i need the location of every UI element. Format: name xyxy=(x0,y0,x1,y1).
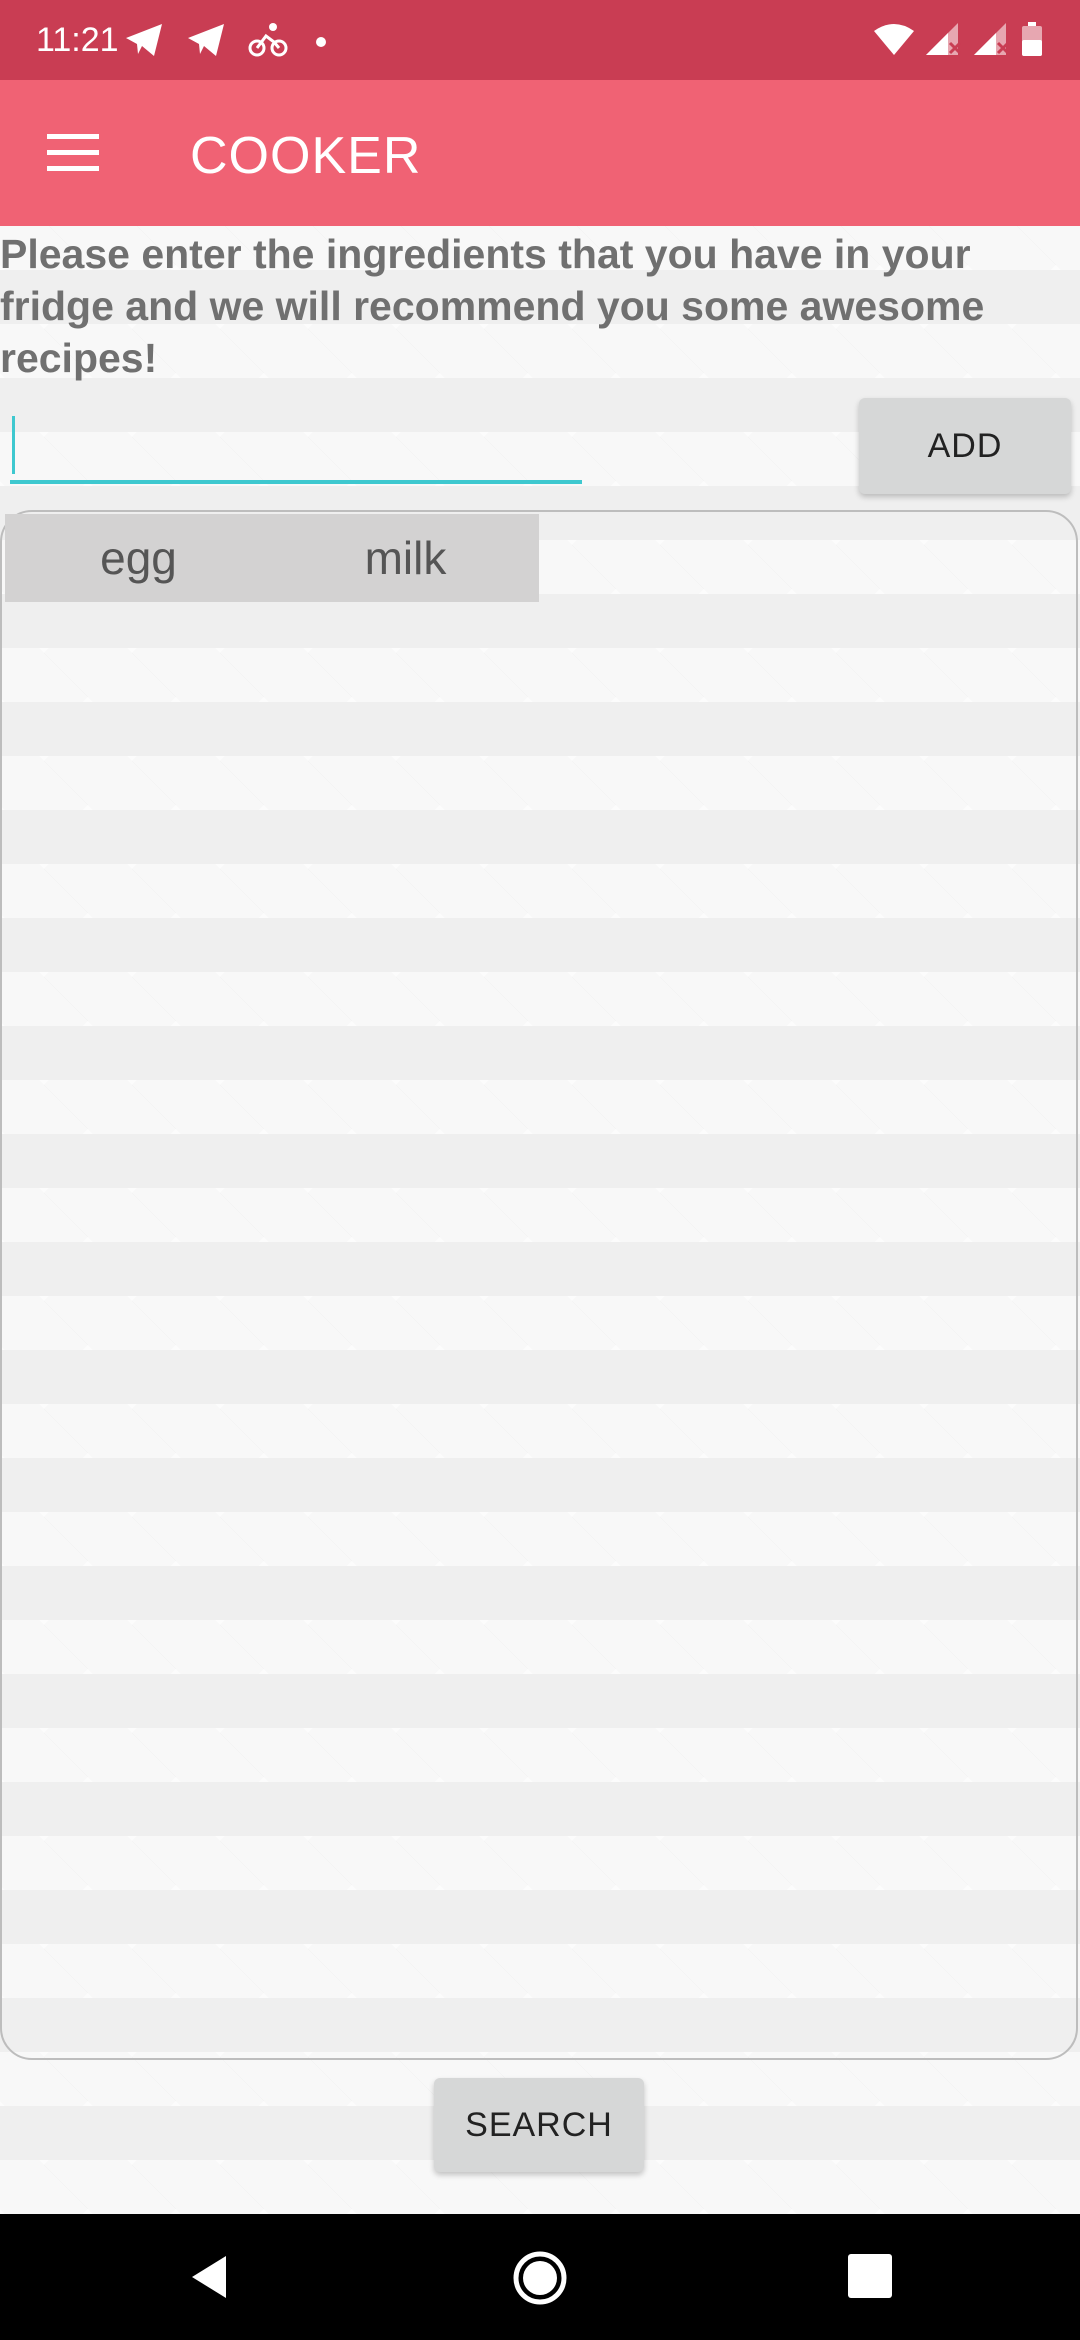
telegram-icon xyxy=(124,22,164,63)
app-bar: COOKER xyxy=(0,80,1080,226)
status-bar: 11:21 xyxy=(0,0,1080,80)
recents-icon[interactable] xyxy=(848,2254,892,2298)
ingredient-list: egg milk xyxy=(5,514,539,602)
add-button[interactable]: ADD xyxy=(859,398,1071,494)
status-left-icons xyxy=(124,22,326,62)
battery-icon xyxy=(1022,21,1042,61)
navigation-bar xyxy=(0,2214,1080,2340)
text-cursor xyxy=(12,416,15,474)
ingredient-input[interactable] xyxy=(10,408,582,484)
back-icon[interactable] xyxy=(186,2252,236,2302)
app-title: COOKER xyxy=(190,127,422,185)
ingredient-list-box xyxy=(0,510,1078,2060)
hamburger-menu-icon[interactable] xyxy=(40,118,106,188)
status-time: 11:21 xyxy=(36,21,119,59)
home-icon[interactable] xyxy=(512,2250,568,2306)
signal-no-data-icon xyxy=(974,22,1010,60)
notification-dot-icon xyxy=(316,37,326,47)
cycling-icon xyxy=(248,22,288,63)
signal-no-data-icon xyxy=(926,22,962,60)
instructions-text: Please enter the ingredients that you ha… xyxy=(0,231,985,381)
wifi-icon xyxy=(874,23,914,60)
ingredient-item-milk[interactable]: milk xyxy=(272,514,539,602)
telegram-icon xyxy=(186,22,226,63)
ingredient-item-egg[interactable]: egg xyxy=(5,514,272,602)
search-button[interactable]: SEARCH xyxy=(434,2078,644,2172)
status-right-icons xyxy=(874,20,1042,62)
